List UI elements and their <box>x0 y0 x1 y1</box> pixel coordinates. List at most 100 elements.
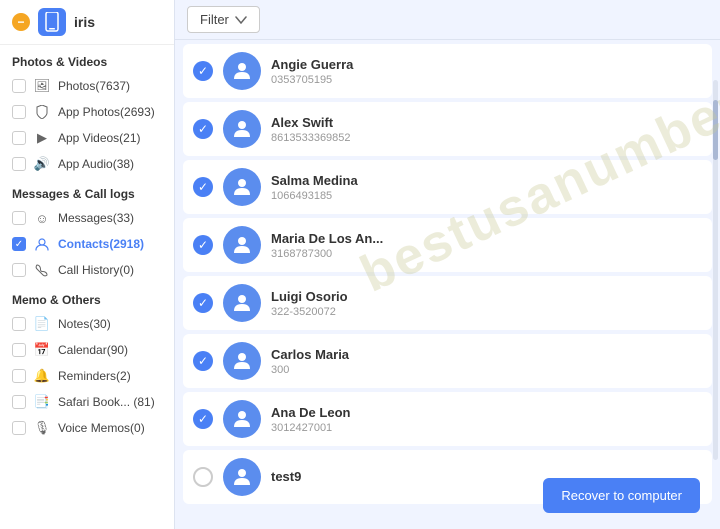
contact-phone: 3012427001 <box>271 422 702 434</box>
list-item[interactable]: ✓ Angie Guerra 0353705195 <box>183 44 712 98</box>
sidebar-item-messages[interactable]: ☺ Messages(33) <box>0 205 174 231</box>
voice-memos-checkbox[interactable] <box>12 421 26 435</box>
chevron-down-icon <box>235 16 247 24</box>
contact-phone: 0353705195 <box>271 74 702 86</box>
toolbar: Filter <box>175 0 720 40</box>
sidebar-item-safari[interactable]: 📑 Safari Book... (81) <box>0 389 174 415</box>
contact-info: Carlos Maria 300 <box>271 347 702 376</box>
safari-label: Safari Book... (81) <box>58 395 155 409</box>
list-item[interactable]: ✓ Salma Medina 1066493185 <box>183 160 712 214</box>
sidebar-item-app-videos[interactable]: ▶ App Videos(21) <box>0 125 174 151</box>
contact-info: Salma Medina 1066493185 <box>271 173 702 202</box>
contact-phone: 322-3520072 <box>271 306 702 318</box>
contact-phone: 300 <box>271 364 702 376</box>
contact-check-2[interactable]: ✓ <box>193 177 213 197</box>
avatar <box>223 226 261 264</box>
calendar-label: Calendar(90) <box>58 343 128 357</box>
messages-checkbox[interactable] <box>12 211 26 225</box>
contact-phone: 1066493185 <box>271 190 702 202</box>
contact-name: Maria De Los An... <box>271 231 702 246</box>
list-item[interactable]: ✓ Carlos Maria 300 <box>183 334 712 388</box>
sidebar-item-voice-memos[interactable]: 🎙 Voice Memos(0) <box>0 415 174 441</box>
contact-info: Ana De Leon 3012427001 <box>271 405 702 434</box>
contact-phone: 8613533369852 <box>271 132 702 144</box>
contact-info: Luigi Osorio 322-3520072 <box>271 289 702 318</box>
contact-name: Ana De Leon <box>271 405 702 420</box>
messages-icon: ☺ <box>34 210 50 226</box>
calendar-icon: 📅 <box>34 342 50 358</box>
messages-label: Messages(33) <box>58 211 134 225</box>
contact-check-5[interactable]: ✓ <box>193 351 213 371</box>
reminders-checkbox[interactable] <box>12 369 26 383</box>
reminders-label: Reminders(2) <box>58 369 131 383</box>
main-content: Filter ✓ Angie Guerra 0353705195 <box>175 0 720 529</box>
notes-icon: 📄 <box>34 316 50 332</box>
contact-name: Salma Medina <box>271 173 702 188</box>
contact-info: Alex Swift 8613533369852 <box>271 115 702 144</box>
sidebar-item-app-photos[interactable]: App Photos(2693) <box>0 99 174 125</box>
photos-icon: 🖼 <box>34 78 50 94</box>
section-photos-videos: Photos & Videos <box>0 45 174 73</box>
contact-check-3[interactable]: ✓ <box>193 235 213 255</box>
app-videos-icon: ▶ <box>34 130 50 146</box>
contact-list: ✓ Angie Guerra 0353705195 ✓ Alex <box>175 40 720 512</box>
contact-check-1[interactable]: ✓ <box>193 119 213 139</box>
contacts-icon <box>34 236 50 252</box>
call-history-label: Call History(0) <box>58 263 134 277</box>
contact-check-4[interactable]: ✓ <box>193 293 213 313</box>
contact-phone: 3168787300 <box>271 248 702 260</box>
contact-check-6[interactable]: ✓ <box>193 409 213 429</box>
avatar <box>223 168 261 206</box>
notes-checkbox[interactable] <box>12 317 26 331</box>
sidebar-item-calendar[interactable]: 📅 Calendar(90) <box>0 337 174 363</box>
contacts-checkbox[interactable]: ✓ <box>12 237 26 251</box>
device-name: iris <box>74 14 95 30</box>
app-audio-icon: 🔊 <box>34 156 50 172</box>
app-photos-label: App Photos(2693) <box>58 105 155 119</box>
avatar <box>223 458 261 496</box>
voice-memos-label: Voice Memos(0) <box>58 421 145 435</box>
sidebar: − iris Photos & Videos 🖼 Photos(7637) Ap… <box>0 0 175 529</box>
app-videos-label: App Videos(21) <box>58 131 141 145</box>
list-item[interactable]: ✓ Luigi Osorio 322-3520072 <box>183 276 712 330</box>
filter-label: Filter <box>200 12 229 27</box>
app-audio-checkbox[interactable] <box>12 157 26 171</box>
sidebar-item-reminders[interactable]: 🔔 Reminders(2) <box>0 363 174 389</box>
minus-icon[interactable]: − <box>12 13 30 31</box>
sidebar-item-photos[interactable]: 🖼 Photos(7637) <box>0 73 174 99</box>
scrollbar-thumb[interactable] <box>713 100 718 160</box>
contact-check-7[interactable] <box>193 467 213 487</box>
contact-name: Alex Swift <box>271 115 702 130</box>
call-history-icon <box>34 262 50 278</box>
contact-info: Maria De Los An... 3168787300 <box>271 231 702 260</box>
safari-checkbox[interactable] <box>12 395 26 409</box>
sidebar-item-app-audio[interactable]: 🔊 App Audio(38) <box>0 151 174 177</box>
list-item[interactable]: ✓ Alex Swift 8613533369852 <box>183 102 712 156</box>
voice-memos-icon: 🎙 <box>34 420 50 436</box>
app-container: − iris Photos & Videos 🖼 Photos(7637) Ap… <box>0 0 720 529</box>
avatar <box>223 400 261 438</box>
photos-checkbox[interactable] <box>12 79 26 93</box>
section-memo: Memo & Others <box>0 283 174 311</box>
call-history-checkbox[interactable] <box>12 263 26 277</box>
section-messages: Messages & Call logs <box>0 177 174 205</box>
avatar <box>223 342 261 380</box>
sidebar-item-call-history[interactable]: Call History(0) <box>0 257 174 283</box>
recover-button[interactable]: Recover to computer <box>543 478 700 513</box>
sidebar-item-contacts[interactable]: ✓ Contacts(2918) <box>0 231 174 257</box>
sidebar-item-notes[interactable]: 📄 Notes(30) <box>0 311 174 337</box>
notes-label: Notes(30) <box>58 317 111 331</box>
app-photos-checkbox[interactable] <box>12 105 26 119</box>
safari-icon: 📑 <box>34 394 50 410</box>
filter-button[interactable]: Filter <box>187 6 260 33</box>
contact-check-0[interactable]: ✓ <box>193 61 213 81</box>
calendar-checkbox[interactable] <box>12 343 26 357</box>
list-item[interactable]: ✓ Maria De Los An... 3168787300 <box>183 218 712 272</box>
photos-label: Photos(7637) <box>58 79 130 93</box>
contact-name: Angie Guerra <box>271 57 702 72</box>
app-videos-checkbox[interactable] <box>12 131 26 145</box>
contact-info: Angie Guerra 0353705195 <box>271 57 702 86</box>
reminders-icon: 🔔 <box>34 368 50 384</box>
list-item[interactable]: ✓ Ana De Leon 3012427001 <box>183 392 712 446</box>
sidebar-header: − iris <box>0 0 174 45</box>
